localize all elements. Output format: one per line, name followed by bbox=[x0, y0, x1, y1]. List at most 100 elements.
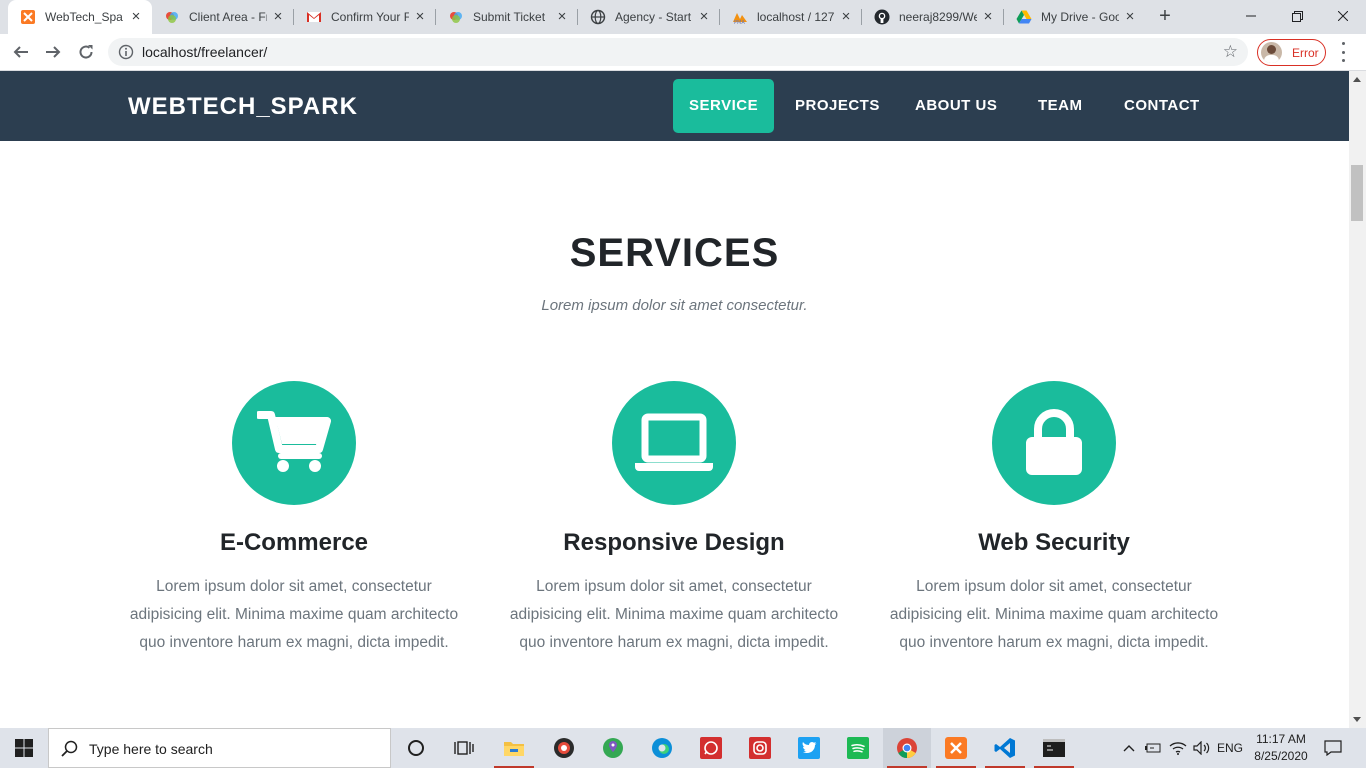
chrome-icon[interactable] bbox=[883, 728, 931, 768]
clock-date: 8/25/2020 bbox=[1254, 749, 1308, 763]
close-tab-icon[interactable]: × bbox=[554, 9, 570, 25]
shopping-cart-icon bbox=[232, 381, 356, 505]
input-language[interactable]: ENG bbox=[1214, 728, 1246, 768]
browser-tab-strip: WebTech_Spark × Client Area - Fr × Confi… bbox=[0, 0, 1366, 34]
url-text: localhost/freelancer/ bbox=[142, 44, 268, 60]
tab-agency[interactable]: Agency - Start × bbox=[578, 0, 720, 34]
gmail-icon bbox=[306, 9, 322, 25]
battery-icon[interactable] bbox=[1141, 728, 1165, 768]
system-clock[interactable]: 11:17 AM 8/25/2020 bbox=[1246, 731, 1316, 765]
tab-client-area[interactable]: Client Area - Fr × bbox=[152, 0, 294, 34]
service-description: Lorem ipsum dolor sit amet, consectetur … bbox=[889, 578, 1219, 651]
close-tab-icon[interactable]: × bbox=[696, 9, 712, 25]
close-tab-icon[interactable]: × bbox=[270, 9, 286, 25]
instagram-icon[interactable] bbox=[736, 728, 784, 768]
xampp-taskbar-icon[interactable] bbox=[932, 728, 980, 768]
tab-title: WebTech_Spark bbox=[45, 10, 123, 24]
whatsapp-icon[interactable] bbox=[687, 728, 735, 768]
media-player-icon[interactable] bbox=[540, 728, 588, 768]
back-arrow-icon[interactable] bbox=[9, 40, 33, 64]
reload-icon[interactable] bbox=[74, 40, 98, 64]
close-window-icon[interactable] bbox=[1320, 0, 1366, 32]
site-navbar: WEBTECH_SPARK SERVICE PROJECTS ABOUT US … bbox=[0, 71, 1349, 141]
windows-taskbar: Type here to search ENG 11:17 AM 8/25/20… bbox=[0, 728, 1366, 768]
new-tab-button[interactable]: + bbox=[1154, 5, 1176, 27]
nav-about-us[interactable]: ABOUT US bbox=[899, 79, 1013, 133]
service-card-responsive-design: Responsive Design Lorem ipsum dolor sit … bbox=[494, 381, 854, 657]
nav-projects[interactable]: PROJECTS bbox=[779, 79, 896, 133]
nav-team[interactable]: TEAM bbox=[1022, 79, 1099, 133]
maps-app-icon[interactable] bbox=[589, 728, 637, 768]
scrollbar-thumb[interactable] bbox=[1351, 165, 1363, 221]
restore-window-icon[interactable] bbox=[1274, 0, 1320, 32]
service-description: Lorem ipsum dolor sit amet, consectetur … bbox=[129, 578, 459, 651]
volume-icon[interactable] bbox=[1190, 728, 1214, 768]
bookmark-star-icon[interactable]: ☆ bbox=[1223, 42, 1238, 62]
client-area-icon bbox=[164, 9, 180, 25]
globe-icon bbox=[590, 9, 606, 25]
submit-ticket-icon bbox=[448, 9, 464, 25]
notifications-icon[interactable] bbox=[1320, 728, 1346, 768]
section-subtitle: Lorem ipsum dolor sit amet consectetur. bbox=[541, 297, 808, 314]
command-prompt-icon[interactable] bbox=[1030, 728, 1078, 768]
search-icon bbox=[61, 740, 79, 763]
site-brand[interactable]: WEBTECH_SPARK bbox=[128, 93, 358, 121]
info-icon[interactable] bbox=[118, 44, 134, 65]
service-title: Responsive Design bbox=[563, 529, 785, 556]
browser-menu-icon[interactable] bbox=[1340, 42, 1346, 62]
xampp-icon bbox=[20, 9, 36, 25]
service-card-ecommerce: E-Commerce Lorem ipsum dolor sit amet, c… bbox=[114, 381, 474, 657]
tab-github[interactable]: neeraj8299/We × bbox=[862, 0, 1004, 34]
tab-phpmyadmin[interactable]: PMA localhost / 127 × bbox=[720, 0, 862, 34]
section-title: SERVICES bbox=[569, 231, 780, 275]
forward-arrow-icon[interactable] bbox=[41, 40, 65, 64]
minimize-window-icon[interactable] bbox=[1228, 0, 1274, 32]
avatar bbox=[1261, 42, 1282, 63]
nav-service[interactable]: SERVICE bbox=[673, 79, 775, 133]
profile-status: Error bbox=[1292, 45, 1319, 60]
search-placeholder: Type here to search bbox=[89, 741, 213, 757]
task-view-icon[interactable] bbox=[440, 728, 488, 768]
vscode-icon[interactable] bbox=[981, 728, 1029, 768]
service-description: Lorem ipsum dolor sit amet, consectetur … bbox=[509, 578, 839, 651]
close-tab-icon[interactable]: × bbox=[838, 9, 854, 25]
scroll-down-arrow-icon[interactable] bbox=[1353, 717, 1361, 722]
address-bar[interactable]: localhost/freelancer/ ☆ bbox=[108, 38, 1248, 66]
tab-title: Submit Ticket bbox=[473, 10, 546, 24]
phpmyadmin-icon: PMA bbox=[732, 9, 748, 25]
cortana-icon[interactable] bbox=[392, 728, 440, 768]
tab-title: Client Area - Fr bbox=[189, 10, 267, 24]
laptop-icon bbox=[612, 381, 736, 505]
tab-google-drive[interactable]: My Drive - Goo × bbox=[1004, 0, 1146, 34]
page-scrollbar[interactable] bbox=[1349, 71, 1366, 728]
service-title: Web Security bbox=[978, 529, 1130, 556]
edge-browser-icon[interactable] bbox=[638, 728, 686, 768]
close-tab-icon[interactable]: × bbox=[412, 9, 428, 25]
twitter-icon[interactable] bbox=[785, 728, 833, 768]
windows-start-icon[interactable] bbox=[0, 728, 48, 768]
nav-contact[interactable]: CONTACT bbox=[1108, 79, 1216, 133]
taskbar-search-box[interactable]: Type here to search bbox=[48, 728, 391, 768]
tab-title: Agency - Start bbox=[615, 10, 692, 24]
close-tab-icon[interactable]: × bbox=[128, 9, 144, 25]
show-hidden-icons-chevron-icon[interactable] bbox=[1119, 728, 1139, 768]
web-page: WEBTECH_SPARK SERVICE PROJECTS ABOUT US … bbox=[0, 71, 1349, 728]
profile-button[interactable]: Error bbox=[1257, 39, 1326, 66]
tab-title: My Drive - Goo bbox=[1041, 10, 1119, 24]
clock-time: 11:17 AM bbox=[1256, 732, 1306, 746]
svg-text:PMA: PMA bbox=[734, 20, 745, 25]
wifi-icon[interactable] bbox=[1166, 728, 1190, 768]
github-icon bbox=[874, 9, 890, 25]
google-drive-icon bbox=[1016, 9, 1032, 25]
tab-gmail[interactable]: Confirm Your F × bbox=[294, 0, 436, 34]
file-explorer-icon[interactable] bbox=[490, 728, 538, 768]
spotify-icon[interactable] bbox=[834, 728, 882, 768]
lock-icon bbox=[992, 381, 1116, 505]
tab-title: Confirm Your F bbox=[331, 10, 409, 24]
close-tab-icon[interactable]: × bbox=[1122, 9, 1138, 25]
browser-toolbar: localhost/freelancer/ ☆ Error bbox=[0, 34, 1366, 71]
scroll-up-arrow-icon[interactable] bbox=[1353, 77, 1361, 82]
tab-webtech-spark[interactable]: WebTech_Spark × bbox=[8, 0, 152, 34]
close-tab-icon[interactable]: × bbox=[980, 9, 996, 25]
tab-submit-ticket[interactable]: Submit Ticket × bbox=[436, 0, 578, 34]
